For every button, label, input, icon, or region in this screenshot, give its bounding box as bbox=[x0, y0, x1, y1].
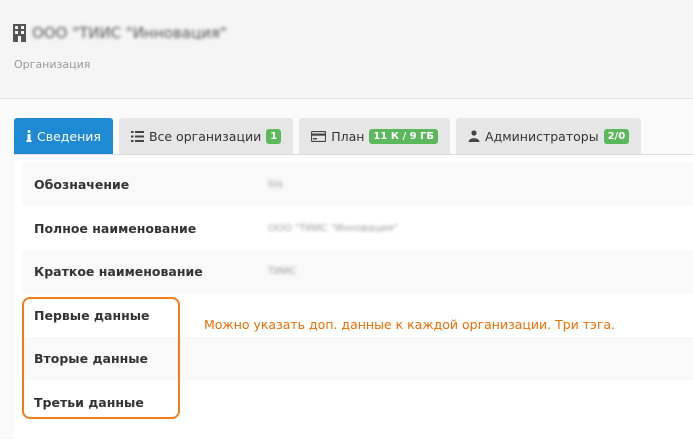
table-row: Краткое наименование ТИИС bbox=[22, 250, 693, 293]
table-row: Полное наименование ООО "ТИИС "Инновация… bbox=[22, 207, 693, 250]
admins-icon bbox=[468, 130, 480, 142]
tab-all-orgs-badge: 1 bbox=[266, 128, 282, 144]
tab-all-orgs-label: Все организации bbox=[148, 128, 262, 144]
list-icon bbox=[130, 130, 144, 142]
org-title: ООО "ТИИС "Инновация" bbox=[13, 24, 227, 42]
tab-admins[interactable]: Администраторы 2/0 bbox=[456, 118, 642, 154]
row-value: ООО "ТИИС "Инновация" bbox=[268, 223, 398, 234]
info-icon bbox=[26, 130, 32, 142]
tab-all-orgs[interactable]: Все организации 1 bbox=[118, 118, 294, 154]
row-label: Полное наименование bbox=[34, 221, 197, 236]
row-value: tiis bbox=[268, 179, 283, 190]
tab-admins-badge: 2/0 bbox=[603, 128, 630, 144]
tab-admins-label: Администраторы bbox=[485, 128, 599, 144]
page-header: ООО "ТИИС "Инновация" Организация bbox=[0, 0, 693, 97]
tab-bar: Сведения Все организации 1 План 11 К / 9… bbox=[14, 118, 642, 154]
card-icon bbox=[311, 130, 327, 142]
annotation-note: Можно указать доп. данные к каждой орган… bbox=[204, 317, 616, 332]
row-label: Обозначение bbox=[34, 177, 130, 192]
row-label: Краткое наименование bbox=[34, 264, 203, 279]
annotation-highlight bbox=[22, 297, 180, 419]
table-row: Обозначение tiis bbox=[22, 163, 693, 206]
row-value: ТИИС bbox=[268, 266, 297, 277]
tab-plan-label: План bbox=[331, 128, 365, 144]
tab-info[interactable]: Сведения bbox=[14, 118, 113, 154]
org-name: ООО "ТИИС "Инновация" bbox=[32, 24, 227, 42]
tab-plan-badge: 11 К / 9 ГБ bbox=[369, 128, 439, 144]
org-subtitle: Организация bbox=[14, 58, 91, 71]
tab-info-label: Сведения bbox=[37, 128, 101, 144]
main-content: Сведения Все организации 1 План 11 К / 9… bbox=[0, 99, 693, 439]
tab-plan[interactable]: План 11 К / 9 ГБ bbox=[299, 118, 451, 154]
building-icon bbox=[13, 24, 26, 42]
